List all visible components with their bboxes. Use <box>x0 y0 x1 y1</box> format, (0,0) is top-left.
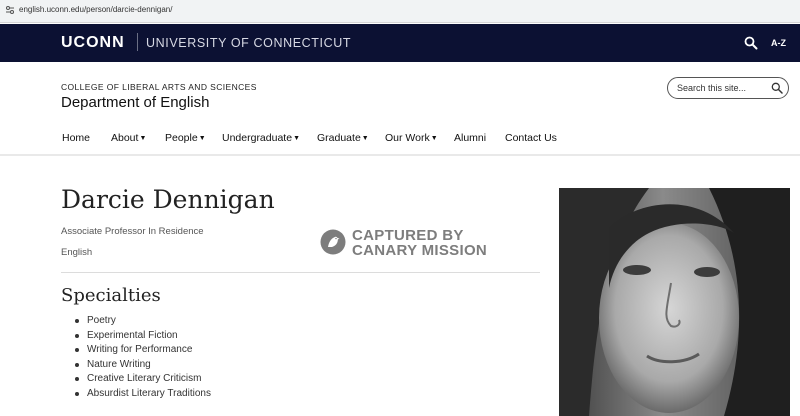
university-name-link[interactable]: UNIVERSITY OF CONNECTICUT <box>146 36 351 50</box>
section-divider <box>61 272 540 273</box>
list-item: Writing for Performance <box>75 344 211 359</box>
search-icon[interactable] <box>744 36 758 50</box>
profile-name: Darcie Dennigan <box>61 185 275 214</box>
chevron-down-icon: ▼ <box>293 135 300 142</box>
nav-item-people[interactable]: People▼ <box>165 132 206 144</box>
site-search-input[interactable]: Search this site... <box>667 77 789 99</box>
nav-item-about[interactable]: About▼ <box>111 132 146 144</box>
nav-item-our-work[interactable]: Our Work▼ <box>385 132 438 144</box>
search-icon[interactable] <box>771 82 783 94</box>
site-settings-icon[interactable] <box>5 5 15 15</box>
canary-bird-icon <box>320 229 346 255</box>
a-z-index-link[interactable]: A-Z <box>771 38 786 48</box>
nav-item-alumni[interactable]: Alumni <box>454 132 486 144</box>
chevron-down-icon: ▼ <box>430 135 438 142</box>
profile-department: English <box>61 247 93 258</box>
nav-item-graduate[interactable]: Graduate▼ <box>317 132 369 144</box>
url-text[interactable]: english.uconn.edu/person/darcie-dennigan… <box>19 5 172 14</box>
main-navigation: Home About▼ People▼ Undergraduate▼ Gradu… <box>0 126 800 154</box>
specialties-list: Poetry Experimental Fiction Writing for … <box>75 315 211 403</box>
uconn-wordmark-logo[interactable]: UCONN <box>61 34 125 52</box>
list-item: Creative Literary Criticism <box>75 373 211 388</box>
browser-address-bar[interactable]: english.uconn.edu/person/darcie-dennigan… <box>0 0 800 23</box>
nav-item-home[interactable]: Home <box>62 132 90 144</box>
watermark-line-2: CANARY MISSION <box>352 242 488 259</box>
nav-item-undergraduate[interactable]: Undergraduate▼ <box>222 132 300 144</box>
chevron-down-icon: ▼ <box>361 135 369 142</box>
nav-divider <box>0 154 800 156</box>
wordmark-divider <box>137 33 138 51</box>
chevron-down-icon: ▼ <box>198 135 206 142</box>
department-title[interactable]: Department of English <box>61 94 209 111</box>
search-placeholder: Search this site... <box>677 83 747 93</box>
nav-item-contact-us[interactable]: Contact Us <box>505 132 557 144</box>
profile-photo <box>559 188 790 416</box>
list-item: Poetry <box>75 315 211 330</box>
college-name[interactable]: COLLEGE OF LIBERAL ARTS AND SCIENCES <box>61 82 257 92</box>
specialties-heading: Specialties <box>61 285 161 306</box>
list-item: Absurdist Literary Traditions <box>75 388 211 403</box>
list-item: Experimental Fiction <box>75 330 211 345</box>
profile-title: Associate Professor In Residence <box>61 226 204 237</box>
list-item: Nature Writing <box>75 359 211 374</box>
chevron-down-icon: ▼ <box>139 135 147 142</box>
